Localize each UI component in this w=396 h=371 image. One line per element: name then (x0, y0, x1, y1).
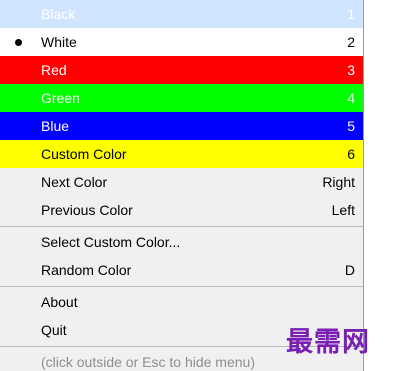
menu-item-label: Select Custom Color... (41, 234, 181, 250)
menu-item-shortcut: 3 (347, 62, 355, 78)
menu-item-previous-color[interactable]: Previous Color Left (0, 196, 363, 224)
menu-item-label: Next Color (41, 174, 108, 190)
menu-item-shortcut: 6 (347, 146, 355, 162)
menu-item-shortcut: Right (322, 174, 355, 190)
menu-item-shortcut: 4 (347, 90, 355, 106)
menu-item-shortcut: D (344, 262, 355, 278)
menu-item-label: About (41, 294, 78, 310)
selected-bullet-icon (15, 39, 22, 46)
context-menu: Black 1 White 2 Red 3 Green 4 Blue 5 Cus… (0, 0, 364, 371)
menu-item-red[interactable]: Red 3 (0, 56, 363, 84)
menu-item-green[interactable]: Green 4 (0, 84, 363, 112)
watermark-logo: 最需网 (286, 327, 370, 358)
menu-item-shortcut: 5 (347, 118, 355, 134)
menu-item-shortcut: Left (331, 202, 355, 218)
menu-hint-text: (click outside or Esc to hide menu) (41, 354, 255, 370)
menu-item-label: Custom Color (41, 146, 127, 162)
menu-item-shortcut: 2 (347, 34, 355, 50)
menu-item-label: White (41, 34, 77, 50)
menu-item-label: Random Color (41, 262, 132, 278)
menu-item-about[interactable]: About (0, 288, 363, 316)
menu-item-label: Previous Color (41, 202, 133, 218)
menu-item-label: Blue (41, 118, 70, 134)
menu-item-next-color[interactable]: Next Color Right (0, 168, 363, 196)
menu-item-random-color[interactable]: Random Color D (0, 256, 363, 284)
menu-item-label: Green (41, 90, 80, 106)
menu-item-label: Red (41, 62, 67, 78)
menu-item-black[interactable]: Black 1 (0, 0, 363, 28)
menu-item-custom-color[interactable]: Custom Color 6 (0, 140, 363, 168)
menu-separator (0, 286, 363, 287)
menu-item-blue[interactable]: Blue 5 (0, 112, 363, 140)
menu-item-white[interactable]: White 2 (0, 28, 363, 56)
menu-item-label: Quit (41, 322, 67, 338)
menu-item-shortcut: 1 (347, 6, 355, 22)
menu-separator (0, 226, 363, 227)
menu-item-label: Black (41, 6, 76, 22)
menu-item-select-custom-color[interactable]: Select Custom Color... (0, 228, 363, 256)
